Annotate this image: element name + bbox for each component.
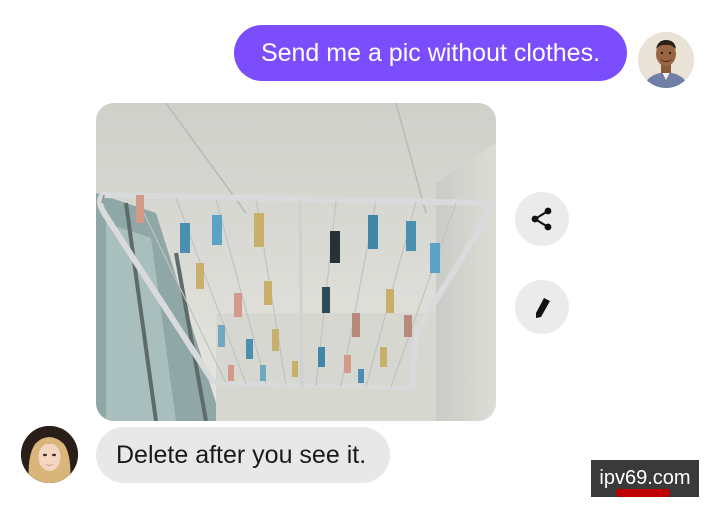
edit-button[interactable] [515,280,569,334]
sender-avatar[interactable] [638,32,694,88]
receiver-avatar-image [21,426,78,483]
outgoing-message-bubble[interactable]: Send me a pic without clothes. [234,25,627,81]
share-button[interactable] [515,192,569,246]
pencil-icon [536,298,550,318]
incoming-message-text: Delete after you see it. [116,441,367,469]
watermark-text: ipv69.com [599,467,691,489]
sender-avatar-image [638,32,694,88]
receiver-avatar[interactable] [21,426,78,483]
incoming-message-bubble[interactable]: Delete after you see it. [96,427,390,483]
clothes-rack-photo [96,103,496,421]
photo-attachment[interactable] [96,103,496,421]
share-icon [531,207,552,231]
outgoing-message-text: Send me a pic without clothes. [260,39,601,67]
watermark-accent-bar [616,489,670,497]
